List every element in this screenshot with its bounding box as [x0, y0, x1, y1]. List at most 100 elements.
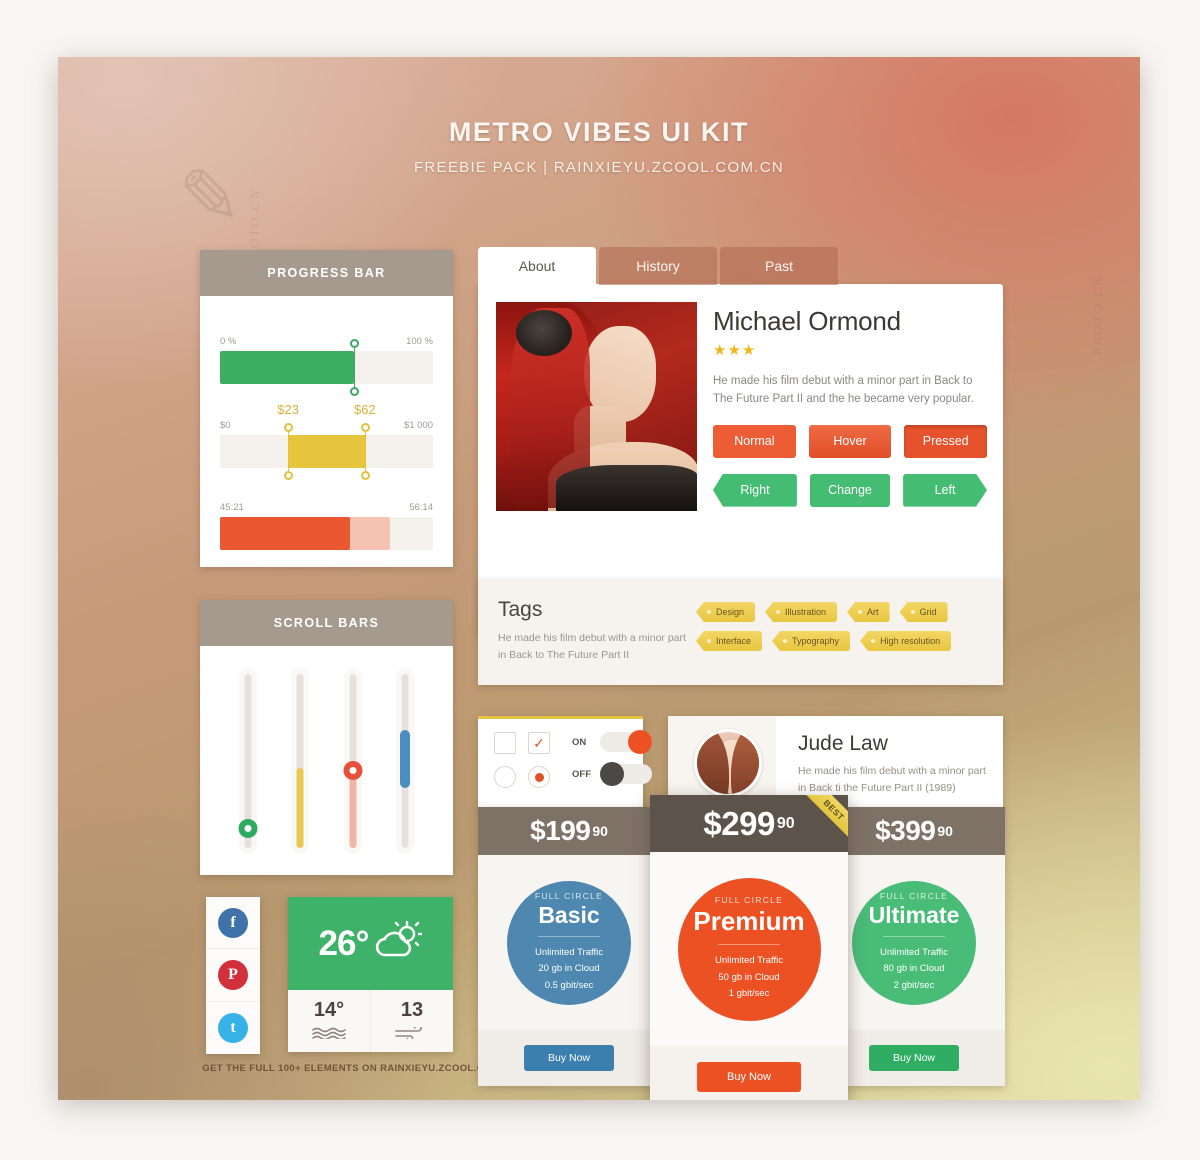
pricing-body: FULL CIRCLE Premium Unlimited Traffic 50… [650, 852, 848, 1046]
toggle-on-label: ON [572, 736, 587, 748]
change-button[interactable]: Change [809, 473, 891, 507]
left-button[interactable]: Left [903, 474, 987, 507]
pricing-circle: FULL CIRCLE Basic Unlimited Traffic 20 g… [507, 880, 631, 1005]
radio-dot [534, 772, 544, 782]
range-handle-end[interactable] [360, 423, 370, 480]
progress-track-green[interactable] [220, 339, 433, 396]
slider-knob-green[interactable] [238, 818, 258, 838]
toggle-knob[interactable] [600, 762, 624, 786]
slider-red[interactable] [343, 667, 363, 854]
slider-blue[interactable] [395, 667, 414, 854]
pressed-button[interactable]: Pressed [904, 424, 988, 458]
kit-header: METRO VIBES UI KIT FREEBIE PACK | RAINXI… [58, 117, 1140, 176]
range-left-label: $0 [220, 420, 231, 431]
avatar [694, 729, 762, 797]
handle-dot-bottom[interactable] [360, 471, 370, 480]
pricing-kicker: FULL CIRCLE [879, 890, 949, 901]
slider-group [200, 646, 453, 875]
tags-description: He made his film debut with a minor part… [498, 632, 686, 661]
handle-dot-bottom[interactable] [350, 387, 360, 396]
page-title: METRO VIBES UI KIT [448, 117, 750, 147]
slider-green[interactable] [238, 667, 258, 854]
pricing-header: $299 90 BEST [650, 795, 848, 852]
progress-left-label: 0 % [220, 336, 237, 347]
progress-fill-green [220, 351, 355, 384]
toggle-on-row: ON [572, 730, 652, 754]
toggle-on[interactable] [600, 730, 652, 754]
progress-bar-caption: PROGRESS BAR [200, 250, 453, 296]
slider-yellow[interactable] [291, 667, 310, 854]
slider-knob-red[interactable] [343, 760, 363, 780]
pricing-feature: Unlimited Traffic [715, 955, 783, 967]
weather-cell-value: 14° [313, 998, 345, 1021]
weather-widget: 26° 14° 13 [288, 897, 453, 1052]
hover-button[interactable]: Hover [808, 424, 892, 458]
pricing-header: $199 90 [478, 807, 660, 855]
social-icons-card: f P t [206, 897, 260, 1054]
toggle-knob[interactable] [628, 730, 652, 754]
pricing-cents: 90 [592, 823, 608, 839]
tag-item[interactable]: Art [847, 602, 890, 622]
toggle-off-label: OFF [572, 768, 591, 780]
tag-item[interactable]: Grid [899, 602, 948, 622]
pinterest-icon[interactable]: P [218, 959, 248, 990]
weather-temperature: 26° [318, 923, 370, 963]
radio-selected[interactable] [528, 766, 550, 788]
tag-item[interactable]: Illustration [765, 602, 838, 622]
wind-icon [395, 1023, 429, 1044]
best-ribbon: BEST [796, 795, 848, 848]
pricing-footer: Buy Now [650, 1046, 848, 1100]
toggle-off[interactable] [600, 762, 652, 786]
twitter-icon[interactable]: t [218, 1012, 248, 1043]
person-bio: He made his film debut with a minor part… [798, 765, 986, 795]
scroll-bars-card: SCROLL BARS [200, 600, 453, 875]
tab-history[interactable]: History [599, 247, 717, 285]
tags-text-block: Tags He made his film debut with a minor… [498, 598, 688, 664]
pricing-card-ultimate: $399 90 FULL CIRCLE Ultimate Unlimited T… [823, 807, 1005, 1086]
profile-bio: He made his film debut with a minor part… [713, 375, 974, 405]
tab-about[interactable]: About [478, 247, 596, 285]
pricing-feature: Unlimited Traffic [535, 946, 603, 958]
right-button[interactable]: Right [713, 473, 797, 507]
normal-button[interactable]: Normal [713, 424, 796, 458]
tag-item[interactable]: Interface [696, 631, 763, 651]
progress-track-red[interactable] [220, 517, 433, 550]
pricing-plan-name: Premium [693, 906, 805, 937]
slider-thumb-blue[interactable] [399, 729, 410, 788]
tag-item[interactable]: Typography [772, 631, 851, 651]
time-right-label: 56:14 [409, 502, 433, 513]
social-item-facebook[interactable]: f [206, 897, 260, 950]
weather-cell-wind: 13 [371, 990, 453, 1052]
buy-now-button[interactable]: Buy Now [524, 1045, 614, 1071]
handle-dot-bottom[interactable] [284, 471, 294, 480]
handle-dot-top[interactable] [360, 423, 370, 432]
progress-handle-green[interactable] [350, 339, 360, 396]
checkbox-unchecked[interactable] [494, 732, 516, 754]
social-item-twitter[interactable]: t [206, 1002, 260, 1054]
range-handle-start[interactable] [284, 423, 294, 480]
pricing-amount: $199 [530, 815, 591, 846]
buy-now-button[interactable]: Buy Now [869, 1045, 959, 1071]
pricing-plan-name: Basic [538, 901, 600, 928]
buy-now-button[interactable]: Buy Now [697, 1062, 801, 1092]
progress-row-percent: 0 % 100 % [220, 336, 433, 396]
profile-photo [496, 302, 697, 511]
social-item-pinterest[interactable]: P [206, 949, 260, 1002]
progress-row-time: 45:21 56:14 [220, 502, 433, 550]
pricing-amount: $299 [703, 804, 775, 842]
facebook-icon[interactable]: f [218, 907, 248, 938]
waves-icon [312, 1026, 346, 1044]
radio-unselected[interactable] [494, 766, 516, 788]
progress-track-yellow[interactable] [220, 423, 433, 480]
toggle-off-row: OFF [572, 762, 652, 786]
tag-item[interactable]: Design [696, 602, 756, 622]
page-subtitle: FREEBIE PACK | RAINXIEYU.ZCOOL.COM.CN [413, 159, 785, 176]
tag-item[interactable]: High resolution [860, 631, 952, 651]
weather-current: 26° [288, 897, 453, 990]
divider [883, 935, 945, 937]
button-row-states: Normal Hover Pressed [713, 424, 988, 458]
tags-section: Tags He made his film debut with a minor… [478, 580, 1003, 685]
divider [538, 935, 600, 937]
checkbox-checked[interactable]: ✓ [528, 732, 550, 754]
tab-past[interactable]: Past [720, 247, 838, 285]
